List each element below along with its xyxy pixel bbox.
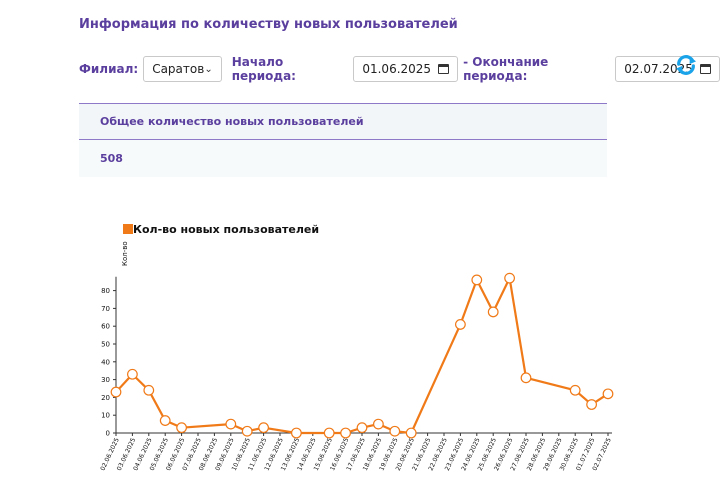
branch-select[interactable]: Саратов ⌄ <box>143 56 222 82</box>
summary-header: Общее количество новых пользователей <box>79 103 607 140</box>
y-tick-label: 40 <box>101 358 110 366</box>
data-point[interactable] <box>143 384 155 396</box>
y-tick-label: 0 <box>106 430 110 438</box>
branch-label: Филиал: <box>79 62 139 76</box>
data-point[interactable] <box>241 425 253 437</box>
data-point[interactable] <box>373 418 384 430</box>
calendar-icon[interactable] <box>438 64 450 74</box>
series-line <box>110 272 614 439</box>
summary-table: Общее количество новых пользователей 508 <box>79 103 607 177</box>
branch-select-value: Саратов <box>152 62 205 76</box>
axes: 0102030405060708002.06.202503.06.202504.… <box>99 276 613 472</box>
data-point[interactable] <box>258 422 270 434</box>
legend-label: Кол-во новых пользователей <box>133 223 319 236</box>
data-point[interactable] <box>455 319 466 330</box>
page-title: Информация по количеству новых пользоват… <box>79 17 458 32</box>
y-tick-label: 70 <box>101 305 110 313</box>
end-date-label: - Окончание периода: <box>463 55 549 83</box>
series-path <box>115 277 609 435</box>
data-point[interactable] <box>569 384 581 396</box>
data-point[interactable] <box>291 427 302 439</box>
y-tick-label: 10 <box>101 412 110 420</box>
data-point[interactable] <box>176 422 188 434</box>
data-point[interactable] <box>389 425 401 437</box>
y-tick-label: 20 <box>101 394 110 402</box>
filter-bar: Филиал: Саратов ⌄ Начало периода: 01.06.… <box>79 55 720 83</box>
data-point[interactable] <box>110 386 122 398</box>
data-point[interactable] <box>323 427 335 439</box>
y-tick-label: 60 <box>101 323 110 331</box>
end-date-input[interactable]: 02.07.2025 <box>615 56 720 82</box>
data-point[interactable] <box>504 272 516 284</box>
data-point[interactable] <box>225 418 237 430</box>
calendar-icon[interactable] <box>700 64 711 74</box>
legend-swatch <box>123 224 133 234</box>
data-point[interactable] <box>520 372 532 384</box>
start-date-label: Начало периода: <box>231 55 296 83</box>
data-point[interactable] <box>159 415 171 426</box>
data-point[interactable] <box>586 399 597 410</box>
chevron-down-icon: ⌄ <box>204 63 213 75</box>
summary-value: 508 <box>79 140 607 177</box>
y-tick-label: 50 <box>101 341 110 349</box>
y-axis-label: Кол-во <box>121 241 129 266</box>
line-chart: Кол-во новых пользователей Кол-во 0 10 20 3… <box>99 223 614 472</box>
data-point[interactable] <box>126 368 138 380</box>
data-point[interactable] <box>487 306 499 318</box>
start-date-input[interactable]: 01.06.2025 <box>353 56 459 82</box>
y-tick-label: 30 <box>101 376 110 384</box>
refresh-icon[interactable] <box>675 54 697 76</box>
data-point[interactable] <box>471 274 483 286</box>
data-point[interactable] <box>356 422 368 434</box>
data-point[interactable] <box>602 388 614 400</box>
data-point[interactable] <box>340 427 352 439</box>
data-point[interactable] <box>405 427 417 439</box>
y-tick-label: 80 <box>101 287 110 295</box>
start-date-value: 01.06.2025 <box>362 62 432 76</box>
